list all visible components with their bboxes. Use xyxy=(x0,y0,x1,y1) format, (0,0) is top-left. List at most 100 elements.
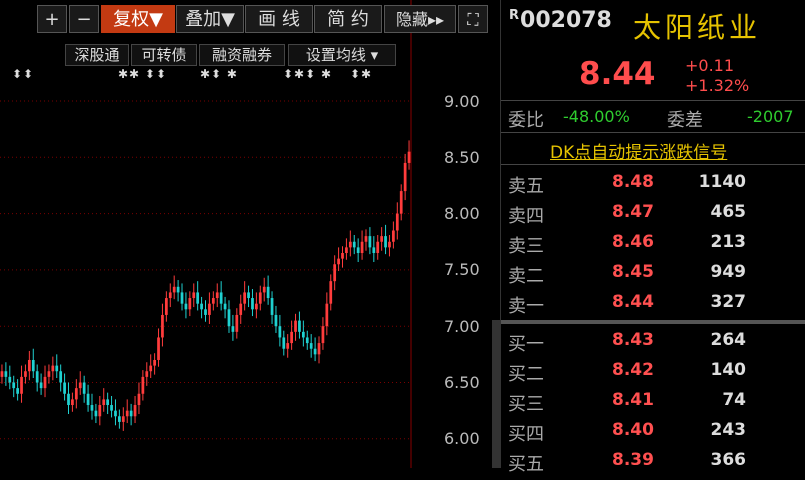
margin-trading-button[interactable]: 融资融券 xyxy=(199,44,285,66)
orderbook-volume: 327 xyxy=(710,292,747,312)
y-tick-label: 7.50 xyxy=(444,260,480,279)
candle-body xyxy=(172,286,176,293)
candle-body xyxy=(4,371,8,377)
candle-body xyxy=(219,292,223,304)
candle-body xyxy=(305,337,309,344)
orderbook-row[interactable]: 买二 8.42 140 xyxy=(501,360,805,390)
zoom-in-button[interactable]: + xyxy=(37,5,67,33)
y-tick-label: 8.50 xyxy=(444,148,480,167)
candle-body xyxy=(39,382,43,389)
candle-body xyxy=(67,393,70,406)
candle-body xyxy=(301,331,305,338)
orderbook-volume: 213 xyxy=(710,232,747,252)
zoom-out-button[interactable]: − xyxy=(69,5,99,33)
orderbook-row[interactable]: 买一 8.43 264 xyxy=(501,330,805,360)
hk-connect-button[interactable]: 深股通 xyxy=(65,44,129,66)
candle-body xyxy=(184,303,188,310)
orderbook-row[interactable]: 卖一 8.44 327 xyxy=(501,292,805,322)
candle-body xyxy=(94,410,98,417)
candle-body xyxy=(200,303,203,310)
candle-body xyxy=(329,281,333,304)
orderbook-row[interactable]: 买四 8.40 243 xyxy=(501,420,805,450)
order-diff-label: 委差 xyxy=(667,110,703,131)
orderbook-level-label: 买一 xyxy=(508,334,544,355)
candle-body xyxy=(188,298,192,310)
candle-body xyxy=(196,292,200,304)
candle-body xyxy=(223,303,227,310)
orderbook-row[interactable]: 卖五 8.48 1140 xyxy=(501,172,805,202)
orderbook-price: 8.40 xyxy=(612,420,654,440)
candle-body xyxy=(356,247,360,254)
candle-body xyxy=(47,371,51,377)
candle-body xyxy=(247,292,250,299)
candle-body xyxy=(137,393,141,406)
candle-body xyxy=(118,416,121,422)
orderbook-volume: 1140 xyxy=(698,172,746,192)
candle-body xyxy=(63,382,66,394)
order-ratio-label: 委比 xyxy=(508,110,544,131)
candle-body xyxy=(368,236,372,248)
orderbook-level-label: 买五 xyxy=(508,454,544,475)
candlestick-chart[interactable] xyxy=(0,0,492,468)
candle-body xyxy=(321,326,325,344)
candle-body xyxy=(376,241,380,254)
candle-body xyxy=(59,371,63,383)
candle-body xyxy=(24,371,27,377)
candle-body xyxy=(0,371,4,377)
panel-splitter[interactable] xyxy=(492,320,500,468)
orderbook-price: 8.48 xyxy=(612,172,654,192)
candle-body xyxy=(31,359,35,372)
candle-body xyxy=(337,258,340,265)
stock-code-text: 002078 xyxy=(520,8,612,33)
orderbook-row[interactable]: 卖四 8.47 465 xyxy=(501,202,805,232)
overlay-dropdown[interactable]: 叠加▼ xyxy=(176,5,244,33)
simple-mode-button[interactable]: 简 约 xyxy=(314,5,382,33)
orderbook-row[interactable]: 卖二 8.45 949 xyxy=(501,262,805,292)
candle-body xyxy=(364,236,368,242)
orderbook-level-label: 卖五 xyxy=(508,176,544,197)
hide-button[interactable]: 隐藏▸▸ xyxy=(384,5,456,33)
candle-body xyxy=(341,253,344,259)
candle-body xyxy=(153,359,156,366)
candle-body xyxy=(168,292,172,299)
candle-body xyxy=(90,405,94,411)
candle-body xyxy=(298,320,301,332)
restore-rights-dropdown[interactable]: 复权▼ xyxy=(101,5,175,33)
candle-body xyxy=(266,286,270,299)
orderbook-level-label: 卖二 xyxy=(508,266,544,287)
candle-body xyxy=(164,298,168,315)
candle-body xyxy=(180,292,184,304)
orderbook-level-label: 卖一 xyxy=(508,296,544,317)
candle-body xyxy=(360,241,364,254)
candle-body xyxy=(231,326,235,332)
candle-body xyxy=(392,230,395,242)
orderbook-volume: 366 xyxy=(710,450,747,470)
event-markers: ⬍✱ xyxy=(350,67,373,81)
candle-body xyxy=(395,213,399,231)
candle-body xyxy=(71,399,74,406)
candle-body xyxy=(282,337,286,349)
dk-signal-link[interactable]: DK点自动提示涨跌信号 xyxy=(550,138,727,163)
orderbook-row[interactable]: 卖三 8.46 213 xyxy=(501,232,805,262)
candle-body xyxy=(12,382,16,389)
candle-body xyxy=(348,241,352,248)
convertible-bond-button[interactable]: 可转债 xyxy=(131,44,197,66)
y-tick-label: 8.00 xyxy=(444,204,480,223)
price-change-percent: +1.32% xyxy=(685,76,750,95)
orderbook-price: 8.45 xyxy=(612,262,654,282)
ma-settings-dropdown[interactable]: 设置均线 ▾ xyxy=(288,44,396,66)
candle-body xyxy=(352,241,356,248)
candle-body xyxy=(345,247,348,254)
divider xyxy=(501,100,805,101)
candle-body xyxy=(51,365,55,372)
orderbook-row[interactable]: 买三 8.41 74 xyxy=(501,390,805,420)
orderbook-price: 8.41 xyxy=(612,390,654,410)
order-ratio-value: -48.00% xyxy=(563,107,630,126)
candle-body xyxy=(129,410,133,417)
y-tick-label: 7.00 xyxy=(444,317,480,336)
orderbook-volume: 140 xyxy=(710,360,747,380)
draw-line-button[interactable]: 画 线 xyxy=(245,5,313,33)
fullscreen-icon[interactable]: ⛶ xyxy=(458,5,488,33)
candle-body xyxy=(149,365,153,372)
orderbook-row[interactable]: 买五 8.39 366 xyxy=(501,450,805,480)
